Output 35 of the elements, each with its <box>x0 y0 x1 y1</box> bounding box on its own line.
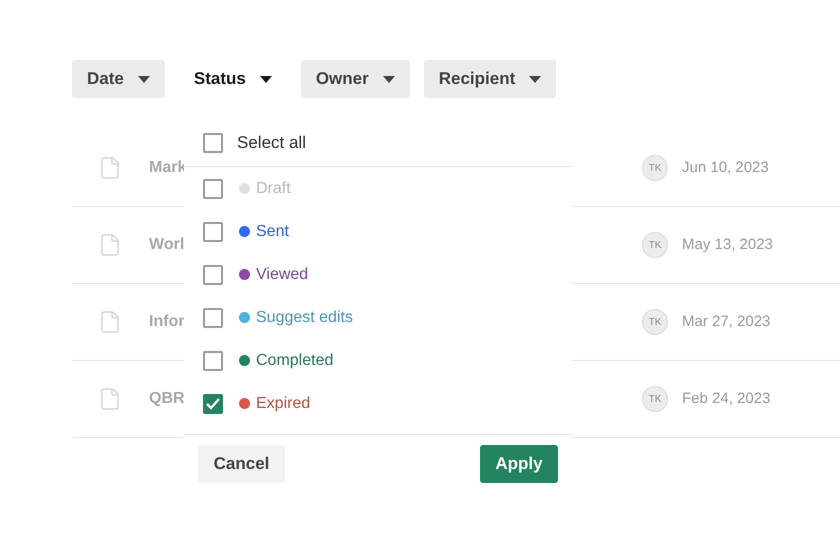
select-all-label[interactable]: Select all <box>237 130 306 156</box>
document-name: Mark <box>149 158 186 178</box>
status-label[interactable]: Suggest edits <box>256 306 353 330</box>
document-name: Infor <box>149 312 185 332</box>
caret-icon <box>529 76 542 82</box>
avatar: TK <box>642 155 668 181</box>
document-date: Jun 10, 2023 <box>682 158 770 178</box>
document-date: May 13, 2023 <box>682 234 774 255</box>
status-label[interactable]: Sent <box>256 220 289 244</box>
checkbox[interactable] <box>203 308 223 328</box>
filter-button[interactable]: Date <box>72 60 165 98</box>
checkmark-icon <box>206 398 220 410</box>
checkbox[interactable] <box>203 133 223 153</box>
apply-button[interactable]: Apply <box>480 445 558 483</box>
filter-button[interactable]: Owner <box>300 60 410 98</box>
status-label[interactable]: Viewed <box>256 262 308 286</box>
avatar: TK <box>642 232 668 258</box>
document-date: Mar 27, 2023 <box>682 312 772 332</box>
status-label[interactable]: Expired <box>256 392 310 416</box>
avatar: TK <box>642 309 668 335</box>
checkbox[interactable] <box>203 178 223 198</box>
document-name: Worl <box>149 235 184 255</box>
checkbox[interactable] <box>203 264 223 284</box>
checkbox[interactable] <box>203 394 223 414</box>
checkbox[interactable] <box>203 350 223 370</box>
caret-icon <box>382 76 395 82</box>
caret-icon <box>138 76 150 82</box>
caret-icon <box>260 76 272 82</box>
status-label[interactable]: Completed <box>256 348 334 372</box>
filter-button[interactable]: Recipient <box>424 60 556 98</box>
checkbox[interactable] <box>203 222 223 242</box>
avatar: TK <box>642 386 668 412</box>
document-name: QBR <box>149 389 185 409</box>
cancel-button[interactable]: Cancel <box>198 445 285 483</box>
document-date: Feb 24, 2023 <box>682 388 772 409</box>
